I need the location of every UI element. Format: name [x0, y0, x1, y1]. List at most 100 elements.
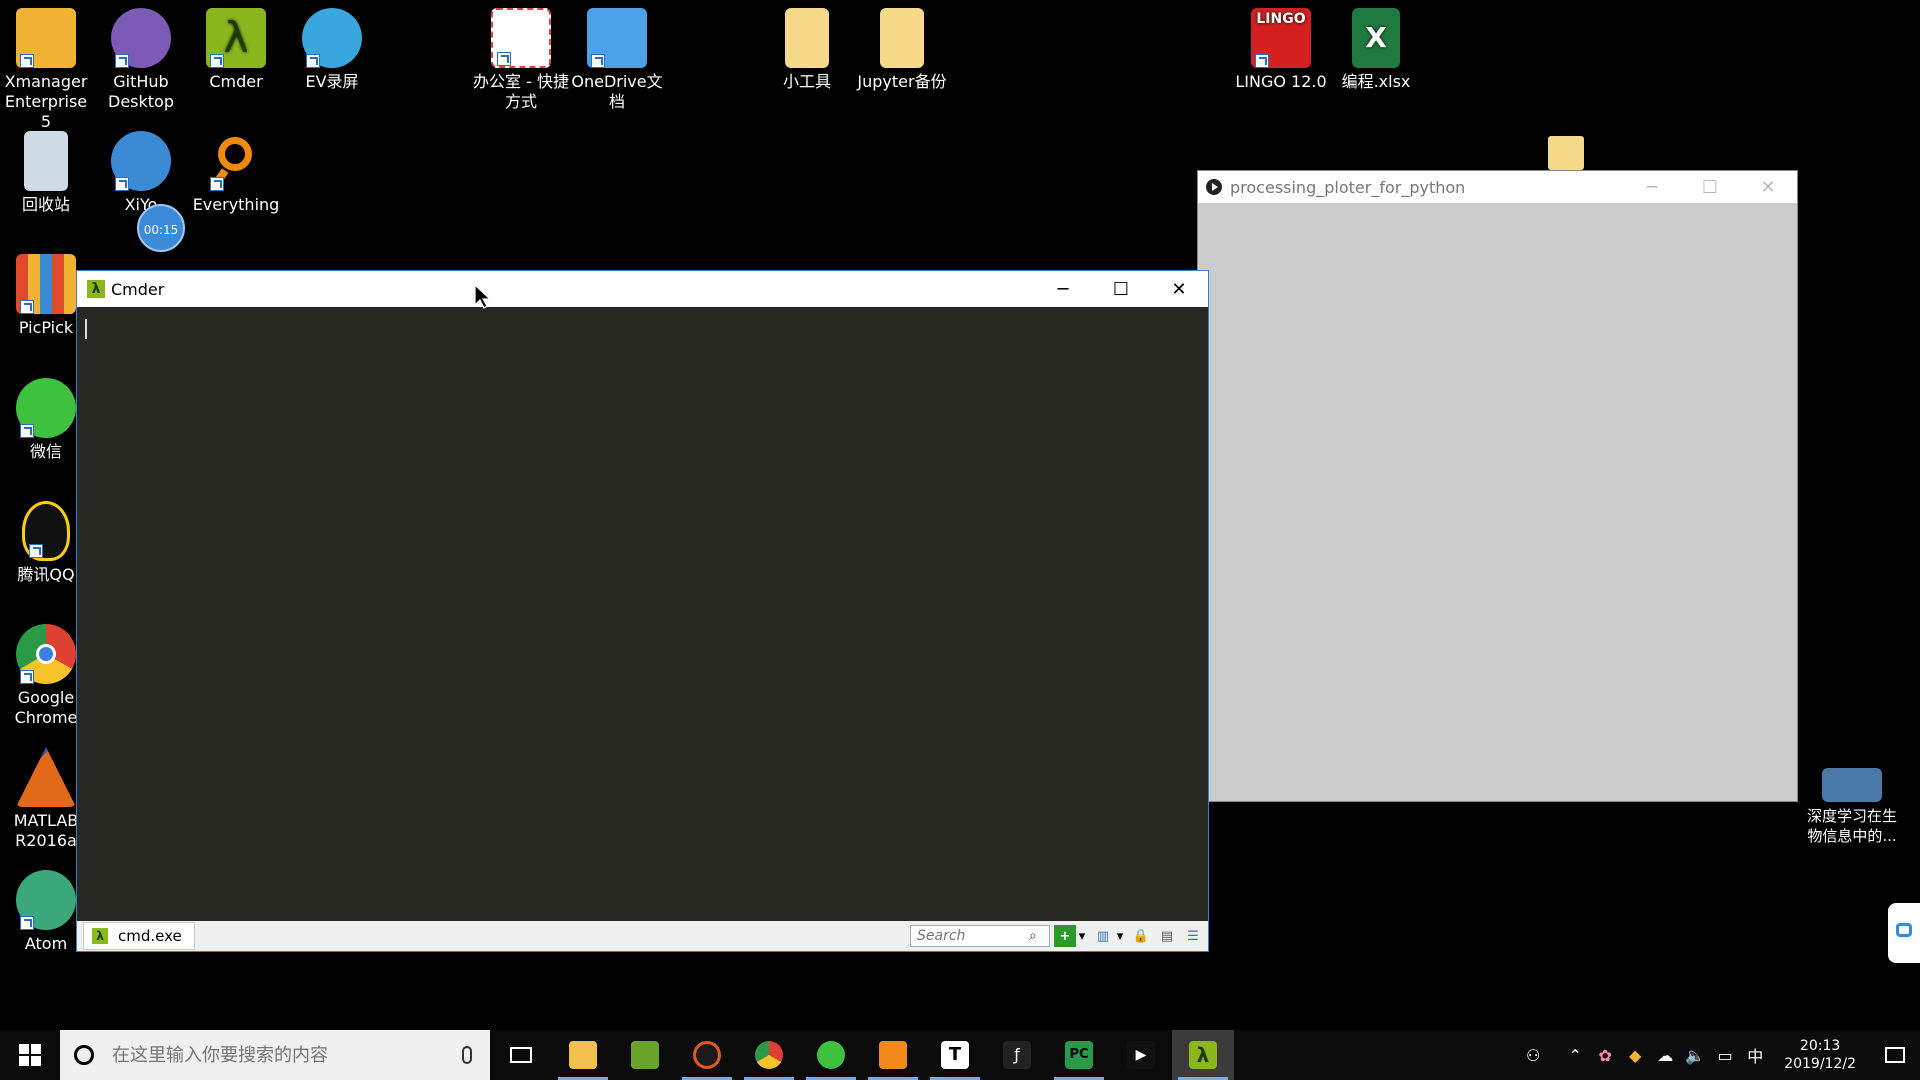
taskbar-app-chrome[interactable]	[738, 1030, 800, 1080]
ev-recorder-icon	[302, 8, 362, 68]
desktop-icon-recycle-bin[interactable]: 回收站	[0, 123, 94, 215]
taskbar-search-box[interactable]	[60, 1030, 490, 1080]
shortcut-arrow-icon	[20, 54, 34, 68]
chrome-icon	[755, 1041, 783, 1069]
desktop-icon-github[interactable]: GitHub Desktop	[93, 0, 189, 112]
desktop-icon-label: LINGO 12.0	[1235, 72, 1327, 91]
text-caret	[85, 319, 87, 339]
desktop-icon-label: Cmder	[209, 72, 263, 91]
desktop-icon-ppt-file[interactable]: 深度学习在生 物信息中的...	[1804, 760, 1900, 846]
new-console-icon[interactable]: +	[1054, 925, 1076, 947]
github-icon	[111, 8, 171, 68]
taskbar-app-pycharm[interactable]: PC	[1048, 1030, 1110, 1080]
windows-logo-icon	[19, 1044, 41, 1066]
close-button[interactable]: ✕	[1739, 171, 1797, 203]
taskbar-app-cmder[interactable]: λ	[1172, 1030, 1234, 1080]
task-view-icon	[510, 1047, 532, 1063]
desktop-icon-jupyter-backup[interactable]: Jupyter备份	[854, 0, 950, 92]
processing-window[interactable]: processing_ploter_for_python ─ ☐ ✕	[1197, 170, 1798, 802]
chevron-up-icon[interactable]: ⌃	[1560, 1046, 1590, 1065]
shortcut-arrow-icon	[29, 544, 43, 558]
desktop-icon-excel-file[interactable]: X 编程.xlsx	[1328, 0, 1424, 92]
desktop-icon-label: 深度学习在生 物信息中的...	[1806, 807, 1897, 845]
search-icon[interactable]: ⌕	[1029, 928, 1037, 944]
taskbar-clock[interactable]: 20:13 2019/12/2	[1784, 1037, 1856, 1073]
chevron-down-icon[interactable]: ▾	[1114, 925, 1126, 947]
window-title: processing_ploter_for_python	[1230, 177, 1466, 197]
taskbar-app-media-player[interactable]: ▶	[1110, 1030, 1172, 1080]
folder-icon	[569, 1041, 597, 1069]
cmder-lambda-icon: λ	[87, 280, 105, 298]
shortcut-arrow-icon	[497, 52, 511, 66]
minimize-button[interactable]: ─	[1623, 171, 1681, 203]
start-button[interactable]	[0, 1030, 60, 1080]
desktop-icon-lingo[interactable]: LINGO LINGO 12.0	[1233, 0, 1329, 92]
desktop-icon-xmanager[interactable]: Xmanager Enterprise 5	[0, 0, 94, 132]
onedrive-folder-icon	[587, 8, 647, 68]
taskbar-app-file-explorer[interactable]	[552, 1030, 614, 1080]
clock-time: 20:13	[1799, 1038, 1841, 1054]
maximize-button[interactable]: ☐	[1092, 271, 1150, 307]
console-area[interactable]	[77, 307, 1208, 921]
desktop-icon-xiyo[interactable]: XiYo	[93, 123, 189, 215]
volume-icon[interactable]: 🔈	[1680, 1046, 1710, 1065]
pdf-reader-icon	[879, 1041, 907, 1069]
processing-play-icon	[1206, 179, 1222, 195]
ppt-thumbnail-icon	[1822, 768, 1882, 802]
maximize-button[interactable]: ☐	[1681, 171, 1739, 203]
taskbar-app-unknown[interactable]: ƒ	[986, 1030, 1048, 1080]
cmder-window[interactable]: λ Cmder ─ ☐ ✕ λ cmd.exe ⌕ + ▾ ▥ ▾ 🔒 ▤ ☰	[76, 270, 1209, 952]
panel-icon[interactable]: ▤	[1156, 925, 1178, 947]
desktop-icon-cmder[interactable]: λ Cmder	[188, 0, 284, 92]
recording-timer-badge[interactable]: 00:15	[137, 204, 185, 252]
desktop-icon-office-shortcut[interactable]: 办公室 - 快捷 方式	[473, 0, 569, 112]
tray-app-icon[interactable]: ◆	[1620, 1046, 1650, 1065]
lock-icon[interactable]: 🔒	[1130, 925, 1152, 947]
taskbar-app-eclipse[interactable]	[676, 1030, 738, 1080]
wechat-icon	[16, 378, 76, 438]
close-button[interactable]: ✕	[1150, 271, 1208, 307]
menu-icon[interactable]: ☰	[1182, 925, 1204, 947]
cmder-statusbar: λ cmd.exe ⌕ + ▾ ▥ ▾ 🔒 ▤ ☰	[77, 921, 1208, 951]
task-view-button[interactable]	[490, 1030, 552, 1080]
ime-indicator[interactable]: 中	[1740, 1043, 1770, 1067]
network-icon[interactable]: ▭	[1710, 1046, 1740, 1065]
people-icon[interactable]: ⚇	[1518, 1046, 1548, 1065]
desktop-icon-tools[interactable]: 小工具	[759, 0, 855, 92]
folder-icon[interactable]	[1548, 136, 1584, 170]
chevron-down-icon[interactable]: ▾	[1076, 925, 1088, 947]
console-tab[interactable]: λ cmd.exe	[83, 922, 195, 950]
processing-canvas[interactable]	[1198, 203, 1797, 801]
desktop-icon-label: 回收站	[21, 195, 70, 214]
cmder-lambda-icon: λ	[1189, 1041, 1217, 1069]
taskbar: T ƒ PC ▶ λ ⚇ ⌃ ✿ ◆ ☁ 🔈 ▭ 中 20:13 2019/12…	[0, 1030, 1920, 1080]
window-title: Cmder	[111, 279, 165, 299]
atom-icon	[16, 870, 76, 930]
shortcut-arrow-icon	[20, 424, 34, 438]
search-input[interactable]	[915, 927, 1029, 945]
action-center-button[interactable]	[1870, 1030, 1920, 1080]
taskbar-app-wechat[interactable]	[800, 1030, 862, 1080]
cmder-titlebar[interactable]: λ Cmder ─ ☐ ✕	[77, 271, 1208, 307]
desktop-icon-ev[interactable]: EV录屏	[284, 0, 380, 92]
shortcut-arrow-icon	[20, 300, 34, 314]
microphone-icon[interactable]	[462, 1046, 472, 1064]
desktop-icon-onedrive[interactable]: OneDrive文 档	[569, 0, 665, 112]
console-search-box[interactable]: ⌕	[910, 925, 1050, 947]
shortcut-arrow-icon	[115, 177, 129, 191]
taskbar-app-nvidia[interactable]	[614, 1030, 676, 1080]
side-dock-tab[interactable]	[1888, 903, 1920, 963]
taskbar-app-pdf-reader[interactable]	[862, 1030, 924, 1080]
minimize-button[interactable]: ─	[1034, 271, 1092, 307]
xiyo-icon	[111, 131, 171, 191]
processing-titlebar[interactable]: processing_ploter_for_python ─ ☐ ✕	[1198, 171, 1797, 203]
cortana-icon[interactable]	[74, 1045, 94, 1065]
desktop-icon-everything[interactable]: Everything	[188, 123, 284, 215]
shortcut-arrow-icon	[306, 54, 320, 68]
search-input[interactable]	[110, 1043, 462, 1067]
cloud-icon[interactable]: ☁	[1650, 1046, 1680, 1065]
excel-icon: X	[1352, 8, 1400, 68]
flower-tray-icon[interactable]: ✿	[1590, 1046, 1620, 1065]
taskbar-app-typora[interactable]: T	[924, 1030, 986, 1080]
split-view-icon[interactable]: ▥	[1092, 925, 1114, 947]
